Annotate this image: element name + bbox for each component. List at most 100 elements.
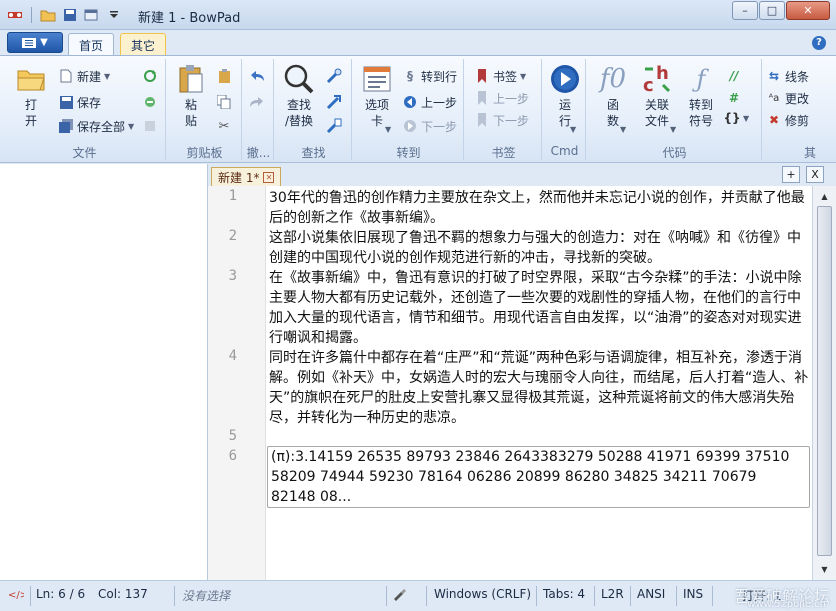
- group-cmd: 运 行 ▼ Cmd: [544, 59, 586, 160]
- status-encoding[interactable]: ANSI: [637, 587, 665, 605]
- add-tab-button[interactable]: +: [782, 166, 800, 183]
- goto-prev-button[interactable]: 上一步: [402, 91, 457, 113]
- paste-special-button[interactable]: [216, 65, 232, 87]
- arrow-right-icon: [402, 118, 418, 134]
- title-bar: 新建 1 - BowPad – □ ✕: [0, 0, 836, 30]
- text-line[interactable]: 30年代的鲁迅的创作精力主要放在杂文上，然而他并未忘记小说的创作，并贡献了他最后…: [269, 188, 809, 228]
- braces-icon: {}: [723, 111, 741, 125]
- new-button[interactable]: 新建 ▼: [58, 65, 110, 87]
- group-label-code: 代码: [662, 146, 687, 160]
- text-line[interactable]: [269, 428, 809, 448]
- tab-other[interactable]: 其它: [120, 33, 167, 56]
- open-folder-icon[interactable]: [39, 6, 57, 24]
- group-other: ⇆ 线条 ᴬa 更改 ✖ 修剪 其: [764, 59, 836, 160]
- save-button[interactable]: 保存: [58, 91, 101, 113]
- svg-text:</>: </>: [8, 590, 24, 601]
- menu-icon: [22, 37, 37, 48]
- uncomment-button[interactable]: #: [726, 87, 742, 109]
- change-case-button[interactable]: ᴬa 更改: [766, 87, 809, 109]
- tabs-list-button[interactable]: 选项 卡: [360, 63, 394, 129]
- hash-icon: #: [728, 91, 740, 105]
- reload-icon: [142, 68, 158, 84]
- save-all-label: 保存全部: [77, 119, 126, 134]
- bookmark-icon: [474, 68, 490, 84]
- scroll-down-icon[interactable]: ▼: [816, 561, 833, 578]
- braces-button[interactable]: {} ▼: [723, 107, 749, 129]
- application-menu-button[interactable]: ▼: [7, 32, 63, 53]
- trim-button[interactable]: ✖ 修剪: [766, 109, 809, 131]
- linetype-button[interactable]: ⇆ 线条: [766, 65, 809, 87]
- find-next-button[interactable]: [326, 65, 342, 87]
- goto-symbol-button[interactable]: ƒ 转到 符号: [684, 63, 718, 129]
- reload-button[interactable]: [142, 65, 158, 87]
- copy-button[interactable]: [216, 91, 232, 113]
- arrow-left-icon: [402, 94, 418, 110]
- group-goto: 选项 卡 ▼ § 转到行 上一步 下一步 转到: [354, 59, 464, 160]
- status-eol[interactable]: Windows (CRLF): [434, 587, 531, 605]
- group-file: 打 开 新建 ▼ 保存 保存全部 ▼ 文件: [4, 59, 166, 160]
- related-files-label: 关联 文件: [644, 98, 669, 128]
- related-files-button[interactable]: ch 关联 文件: [640, 63, 674, 129]
- functions-button[interactable]: f0 函 数: [596, 63, 630, 129]
- customize-qat-icon[interactable]: [105, 6, 123, 24]
- svg-text:h: h: [656, 63, 669, 84]
- document-tab[interactable]: 新建 1* ✕: [211, 167, 282, 186]
- goto-next-button[interactable]: 下一步: [402, 115, 457, 137]
- status-insert-mode[interactable]: INS: [683, 587, 703, 605]
- bookmark-next-button[interactable]: 下一步: [474, 109, 529, 131]
- save-icon[interactable]: [61, 6, 79, 24]
- tool-icon[interactable]: [392, 587, 406, 605]
- redo-button[interactable]: [249, 91, 265, 113]
- status-line[interactable]: Ln: 6 / 6: [36, 587, 85, 605]
- file-type-icon[interactable]: </>: [8, 587, 28, 605]
- editor[interactable]: 1 2 3 4 5 6 30年代的鲁迅的创作精力主要放在杂文上，然而他并未忘记小…: [208, 186, 812, 580]
- close-tab-button[interactable]: X: [806, 166, 824, 183]
- undo-button[interactable]: [249, 65, 265, 87]
- save-all-button[interactable]: 保存全部 ▼: [58, 115, 134, 137]
- find-files-button[interactable]: [326, 115, 342, 137]
- find-prev-button[interactable]: [326, 91, 342, 113]
- ribbon-tab-row: ▼ 首页 其它 ?: [0, 30, 836, 56]
- bookmark-button[interactable]: 书签 ▼: [474, 65, 526, 87]
- close-icon[interactable]: ✕: [263, 171, 275, 183]
- run-button[interactable]: 运 行: [548, 63, 582, 129]
- bookmark-prev-label: 上一步: [493, 91, 530, 106]
- paste-button[interactable]: 粘 贴: [174, 63, 208, 129]
- scroll-up-icon[interactable]: ▲: [816, 188, 833, 205]
- revert-icon: [142, 94, 158, 110]
- goto-line-button[interactable]: § 转到行: [402, 65, 457, 87]
- vertical-scrollbar[interactable]: ▲ ▼: [812, 186, 836, 580]
- line-number: 1: [228, 188, 237, 204]
- separator: [30, 586, 31, 606]
- cut-button[interactable]: ✂: [216, 115, 232, 137]
- revert-button[interactable]: [142, 91, 158, 113]
- tab-home[interactable]: 首页: [68, 33, 115, 56]
- scroll-thumb[interactable]: [817, 206, 832, 556]
- status-tabs[interactable]: Tabs: 4: [543, 587, 585, 605]
- comment-button[interactable]: //: [726, 65, 742, 87]
- minimize-button[interactable]: –: [732, 1, 758, 20]
- close-button[interactable]: ✕: [786, 1, 830, 20]
- separator: [676, 586, 677, 606]
- help-icon[interactable]: ?: [812, 36, 826, 50]
- open-button[interactable]: 打 开: [14, 63, 48, 129]
- goto-next-label: 下一步: [421, 119, 458, 134]
- watermark-url: www.52pojie.cn: [747, 599, 826, 610]
- text-line[interactable]: 这部小说集依旧展现了鲁迅不羁的想象力与强大的创造力：对在《呐喊》和《彷徨》中创建…: [269, 228, 809, 268]
- status-direction[interactable]: L2R: [601, 587, 624, 605]
- maximize-button[interactable]: □: [759, 1, 785, 20]
- separator: [386, 586, 387, 606]
- find-replace-button[interactable]: 查找 /替换: [282, 63, 316, 129]
- case-icon: ᴬa: [768, 92, 780, 104]
- text-line[interactable]: 在《故事新编》中，鲁迅有意识的打破了时空界限，采取“古今杂糅”的手法：小说中除主…: [269, 268, 809, 348]
- chevron-down-icon: ▼: [520, 71, 527, 81]
- bookmark-prev-button[interactable]: 上一步: [474, 87, 529, 109]
- text-line[interactable]: (π):3.14159 26535 89793 23846 2643383279…: [271, 447, 803, 507]
- line-number: 2: [228, 228, 237, 244]
- window-list-icon[interactable]: [83, 6, 101, 24]
- status-column[interactable]: Col: 137: [98, 587, 148, 605]
- close-file-button[interactable]: [142, 115, 158, 137]
- text-line[interactable]: 同时在许多篇什中都存在着“庄严”和“荒诞”两种色彩与语调旋律，相互补充，渗透于消…: [269, 348, 809, 428]
- separator: [31, 7, 32, 23]
- redo-icon: [249, 94, 265, 110]
